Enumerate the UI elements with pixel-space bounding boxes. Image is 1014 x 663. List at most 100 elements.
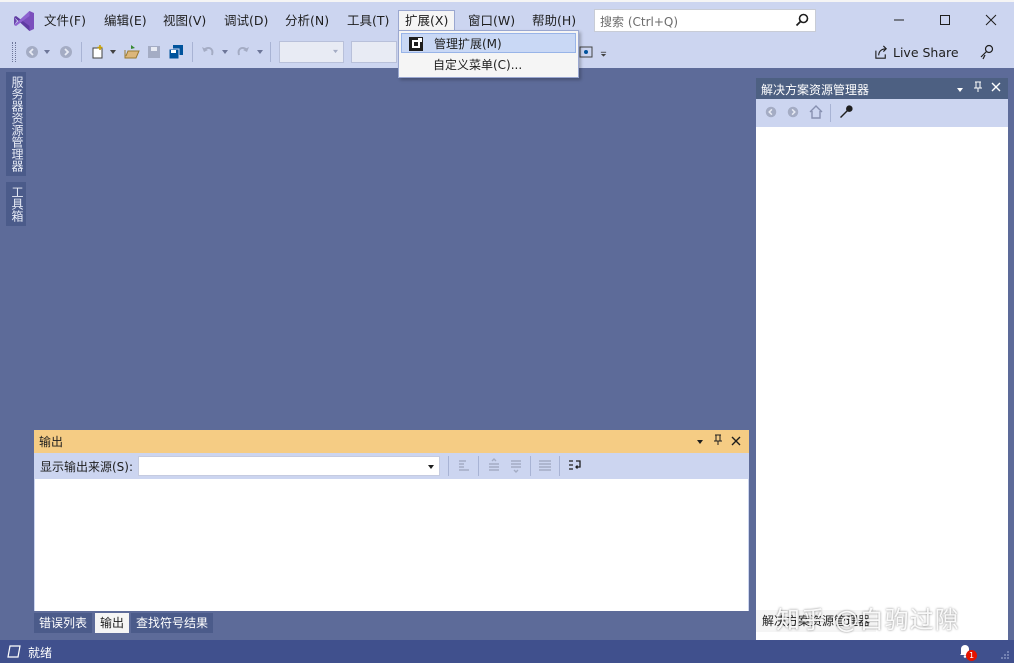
menu-debug[interactable]: 调试(D) xyxy=(218,11,274,31)
output-panel-title: 输出 xyxy=(39,435,64,449)
pin-button[interactable] xyxy=(972,81,984,96)
save-all-icon[interactable] xyxy=(168,44,184,60)
live-share-icon xyxy=(875,45,887,59)
output-source-label: 显示输出来源(S): xyxy=(40,460,134,474)
toolbar-separator xyxy=(81,42,82,62)
ready-status-icon xyxy=(7,645,21,658)
menu-analyze[interactable]: 分析(N) xyxy=(279,11,335,31)
solution-explorer-panel: 解决方案资源管理器 解决方案资源管理器 xyxy=(756,78,1008,640)
properties-wrench-icon[interactable] xyxy=(838,104,854,120)
toolbar-grip[interactable] xyxy=(12,42,16,62)
menu-item-label: 管理扩展(M) xyxy=(434,37,502,51)
output-panel-header[interactable]: 输出 xyxy=(34,430,749,453)
menu-edit[interactable]: 编辑(E) xyxy=(98,11,153,31)
toolbar-overflow-icon[interactable] xyxy=(600,51,607,57)
menu-file[interactable]: 文件(F) xyxy=(38,11,92,31)
close-panel-button[interactable] xyxy=(990,81,1002,95)
redo-icon[interactable] xyxy=(235,44,251,60)
navigate-forward-icon[interactable] xyxy=(58,44,74,60)
live-share-label: Live Share xyxy=(893,45,959,60)
solution-explorer-toolbar xyxy=(756,99,1008,127)
status-bar: 就绪 1 xyxy=(0,640,1014,663)
close-icon xyxy=(731,436,741,446)
pin-icon xyxy=(974,81,982,92)
open-file-icon[interactable] xyxy=(124,44,140,60)
solution-platform-dropdown[interactable] xyxy=(351,41,397,63)
live-share-button[interactable]: Live Share xyxy=(874,43,959,63)
bottom-tab-strip: 错误列表 输出 查找符号结果 xyxy=(34,611,749,640)
close-window-button[interactable] xyxy=(968,8,1014,34)
watermark-text: 知乎 @白驹过隙 xyxy=(776,606,960,634)
left-tool-window-rail: 服务器资源管理器 工具箱 xyxy=(0,68,28,640)
feedback-icon[interactable] xyxy=(979,44,995,60)
menu-item-customize-menu[interactable]: 自定义菜单(C)... xyxy=(401,55,576,75)
toolbar-separator xyxy=(192,42,193,62)
back-icon[interactable] xyxy=(764,105,778,119)
next-message-icon[interactable] xyxy=(508,458,524,474)
maximize-icon xyxy=(940,15,950,25)
maximize-button[interactable] xyxy=(922,8,968,34)
pin-icon xyxy=(714,434,722,445)
toolbar-separator xyxy=(478,456,479,476)
solution-explorer-header[interactable]: 解决方案资源管理器 xyxy=(756,78,1008,99)
chevron-down-icon xyxy=(428,465,434,469)
notification-badge: 1 xyxy=(966,650,977,661)
minimize-button[interactable] xyxy=(876,8,922,34)
toolbar-separator xyxy=(530,456,531,476)
search-placeholder: 搜索 (Ctrl+Q) xyxy=(600,15,679,29)
save-icon[interactable] xyxy=(146,44,162,60)
visual-studio-logo-icon[interactable] xyxy=(12,9,36,33)
search-input[interactable]: 搜索 (Ctrl+Q) xyxy=(594,9,816,32)
close-icon xyxy=(985,14,997,26)
menu-item-label: 自定义菜单(C)... xyxy=(433,58,523,72)
previous-message-icon[interactable] xyxy=(486,458,502,474)
window-position-button[interactable] xyxy=(954,82,966,96)
tab-find-symbol-results[interactable]: 查找符号结果 xyxy=(131,613,214,633)
pin-button[interactable] xyxy=(712,434,724,449)
tab-error-list[interactable]: 错误列表 xyxy=(34,613,93,633)
status-text: 就绪 xyxy=(28,646,53,660)
output-source-dropdown[interactable] xyxy=(138,456,440,476)
chevron-down-icon[interactable] xyxy=(221,49,229,55)
toolbar-separator xyxy=(270,42,271,62)
toggle-word-wrap-icon[interactable] xyxy=(567,458,583,474)
menu-window[interactable]: 窗口(W) xyxy=(462,11,521,31)
toolbox-tab[interactable]: 工具箱 xyxy=(6,182,26,226)
undo-icon[interactable] xyxy=(200,44,216,60)
chevron-down-icon[interactable] xyxy=(109,49,117,55)
search-icon xyxy=(795,13,809,27)
close-panel-button[interactable] xyxy=(730,435,742,449)
find-message-in-code-icon[interactable] xyxy=(456,458,472,474)
window-position-button[interactable] xyxy=(694,434,706,448)
output-text-area[interactable] xyxy=(34,479,749,611)
clear-all-icon[interactable] xyxy=(537,458,553,474)
extensions-dropdown-menu: 管理扩展(M) 自定义菜单(C)... xyxy=(398,30,579,78)
toolbar-separator xyxy=(559,456,560,476)
menu-item-manage-extensions[interactable]: 管理扩展(M) xyxy=(401,33,576,53)
forward-icon[interactable] xyxy=(786,105,800,119)
home-icon[interactable] xyxy=(808,104,824,120)
toolbar-separator xyxy=(830,104,831,122)
resize-grip-icon[interactable] xyxy=(1000,650,1010,660)
tab-output[interactable]: 输出 xyxy=(95,613,130,633)
output-panel: 输出 显示输出来源(S): 错误列表 输出 查找符号结果 xyxy=(34,430,749,640)
solution-explorer-title: 解决方案资源管理器 xyxy=(761,83,870,97)
notifications-button[interactable]: 1 xyxy=(958,642,978,661)
chevron-down-icon[interactable] xyxy=(256,49,264,55)
toolbar-separator xyxy=(448,456,449,476)
preview-window-icon[interactable] xyxy=(578,44,594,60)
menu-view[interactable]: 视图(V) xyxy=(157,11,212,31)
close-icon xyxy=(991,82,1001,92)
server-explorer-tab[interactable]: 服务器资源管理器 xyxy=(6,72,26,176)
chevron-down-icon xyxy=(333,49,338,54)
chevron-down-icon xyxy=(957,88,963,92)
output-toolbar: 显示输出来源(S): xyxy=(34,453,749,479)
chevron-down-icon[interactable] xyxy=(43,49,51,55)
chevron-down-icon xyxy=(697,440,703,444)
navigate-back-icon[interactable] xyxy=(24,44,40,60)
manage-extensions-icon xyxy=(409,37,423,51)
menu-help[interactable]: 帮助(H) xyxy=(526,11,582,31)
new-project-icon[interactable] xyxy=(90,44,106,60)
solution-configuration-dropdown[interactable] xyxy=(279,41,344,63)
menu-tools[interactable]: 工具(T) xyxy=(341,11,395,31)
